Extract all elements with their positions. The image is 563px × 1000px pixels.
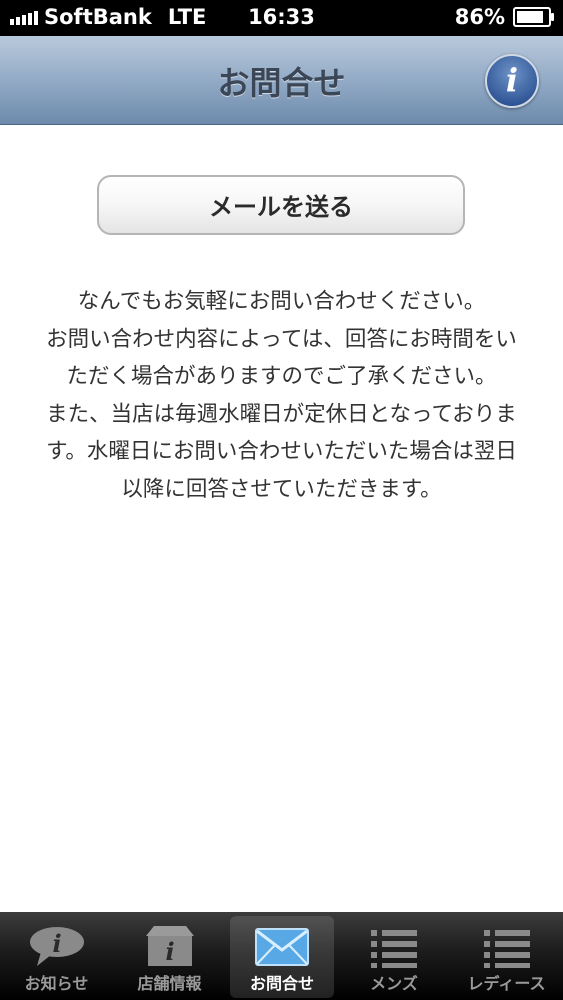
info-bubble-icon: i bbox=[29, 927, 84, 966]
tab-label: お問合せ bbox=[249, 974, 314, 993]
battery-icon bbox=[513, 7, 554, 27]
tab-bar: i お知らせ i 店舗情報 お問合せ メンズ レディース bbox=[0, 912, 563, 1000]
info-icon: i bbox=[505, 61, 519, 99]
list-icon bbox=[483, 930, 530, 968]
page-title: お問合せ bbox=[217, 64, 346, 102]
mail-icon bbox=[255, 928, 309, 966]
message-line: また、当店は毎週水曜日が定休日となっておりま bbox=[46, 401, 517, 427]
contact-message: なんでもお気軽にお問い合わせください。 お問い合わせ内容によっては、回答にお時間… bbox=[8, 283, 555, 508]
battery-percent: 86% bbox=[454, 5, 505, 29]
store-info-icon: i bbox=[145, 926, 194, 966]
navigation-bar: お問合せ i bbox=[0, 36, 563, 125]
message-line: お問い合わせ内容によっては、回答にお時間をい bbox=[46, 326, 517, 352]
tab-label: メンズ bbox=[370, 974, 418, 993]
tab-store-info[interactable]: i 店舗情報 bbox=[113, 912, 226, 1000]
message-line: なんでもお気軽にお問い合わせください。 bbox=[77, 289, 486, 314]
info-button[interactable]: i bbox=[485, 54, 539, 108]
tab-label: お知らせ bbox=[24, 974, 89, 993]
tab-label: レディース bbox=[467, 974, 546, 993]
status-bar: SoftBank LTE 16:33 86% bbox=[0, 0, 563, 36]
tab-label: 店舗情報 bbox=[137, 974, 202, 993]
message-line: す。水曜日にお問い合わせいただいた場合は翌日 bbox=[46, 439, 517, 464]
svg-text:i: i bbox=[165, 937, 174, 966]
tab-contact[interactable]: お問合せ bbox=[226, 912, 338, 1000]
tab-mens[interactable]: メンズ bbox=[338, 912, 450, 1000]
tab-notices[interactable]: i お知らせ bbox=[0, 912, 113, 1000]
message-line: ただく場合がありますのでご了承ください。 bbox=[66, 364, 497, 389]
send-mail-button[interactable]: メールを送る bbox=[97, 175, 465, 235]
list-icon bbox=[371, 930, 417, 968]
svg-text:i: i bbox=[52, 929, 61, 958]
message-line: 以降に回答させていただきます。 bbox=[121, 476, 442, 502]
status-right: 86% bbox=[454, 5, 554, 29]
battery-fill bbox=[517, 11, 543, 23]
tab-ladies[interactable]: レディース bbox=[450, 912, 563, 1000]
